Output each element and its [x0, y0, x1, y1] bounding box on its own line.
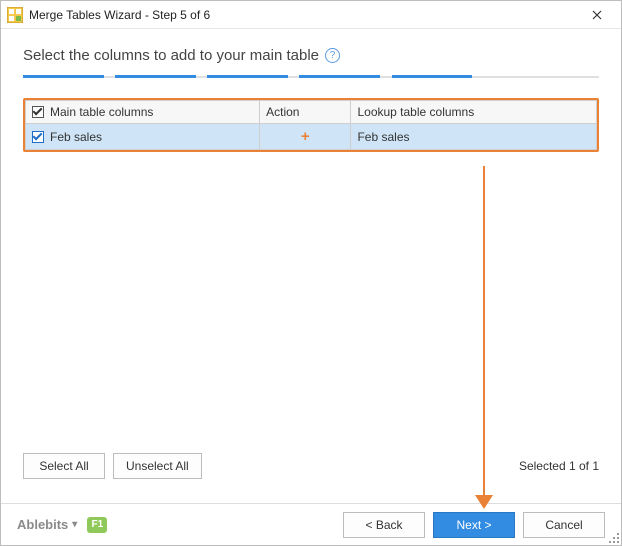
cancel-button[interactable]: Cancel	[523, 512, 605, 538]
brand-label: Ablebits	[17, 517, 68, 532]
close-button[interactable]	[579, 3, 615, 27]
header-main-columns[interactable]: Main table columns	[26, 101, 260, 124]
titlebar: Merge Tables Wizard - Step 5 of 6	[1, 1, 621, 29]
close-icon	[592, 10, 602, 20]
app-icon	[7, 7, 23, 23]
window-title: Merge Tables Wizard - Step 5 of 6	[29, 8, 579, 22]
help-icon[interactable]: ?	[325, 48, 340, 63]
unselect-all-button[interactable]: Unselect All	[113, 453, 202, 479]
resize-grip[interactable]	[607, 531, 619, 543]
heading-text: Select the columns to add to your main t…	[23, 47, 319, 64]
wizard-body: Select the columns to add to your main t…	[1, 29, 621, 503]
table-row[interactable]: Feb sales + Feb sales	[26, 124, 597, 150]
columns-table: Main table columns Action Lookup table c…	[25, 100, 597, 150]
header-main-label: Main table columns	[50, 105, 153, 119]
next-button[interactable]: Next >	[433, 512, 515, 538]
row-main-value: Feb sales	[50, 130, 102, 144]
wizard-window: Merge Tables Wizard - Step 5 of 6 Select…	[0, 0, 622, 546]
chevron-down-icon: ▾	[72, 519, 77, 530]
selected-count: Selected 1 of 1	[519, 459, 599, 473]
select-all-button[interactable]: Select All	[23, 453, 105, 479]
row-action-icon: +	[266, 128, 344, 145]
page-heading: Select the columns to add to your main t…	[23, 47, 599, 64]
row-lookup-value: Feb sales	[357, 130, 409, 144]
help-f1-button[interactable]: F1	[87, 517, 107, 533]
table-header-row: Main table columns Action Lookup table c…	[26, 101, 597, 124]
row-checkbox[interactable]	[32, 131, 44, 143]
back-button[interactable]: < Back	[343, 512, 425, 538]
columns-table-highlight: Main table columns Action Lookup table c…	[23, 98, 599, 152]
header-lookup-columns[interactable]: Lookup table columns	[351, 101, 597, 124]
footer: Ablebits ▾ F1 < Back Next > Cancel	[1, 503, 621, 545]
progress-bar	[23, 76, 599, 78]
selection-buttons-row: Select All Unselect All Selected 1 of 1	[23, 445, 599, 493]
header-action[interactable]: Action	[260, 101, 351, 124]
header-checkbox[interactable]	[32, 106, 44, 118]
brand[interactable]: Ablebits ▾	[17, 517, 77, 532]
